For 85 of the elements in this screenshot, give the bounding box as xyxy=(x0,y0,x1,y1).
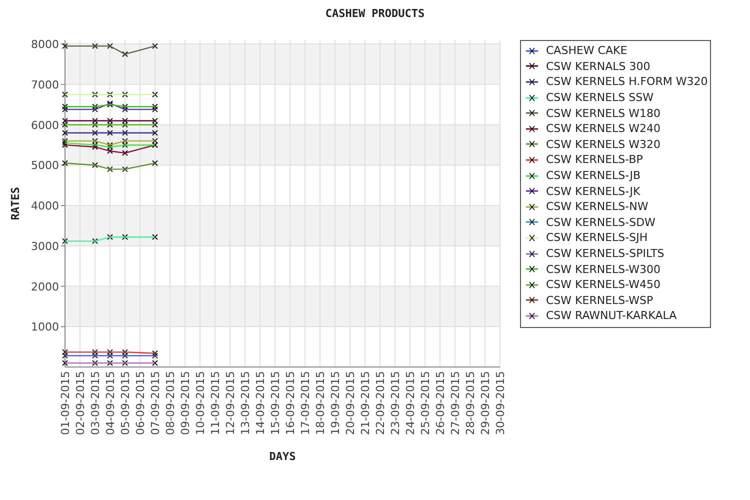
data-point xyxy=(122,92,128,98)
data-point xyxy=(107,92,113,98)
y-tick-label: 6000 xyxy=(31,118,59,132)
x-tick-label: 02-09-2015 xyxy=(74,371,87,435)
x-tick-label: 05-09-2015 xyxy=(119,371,132,435)
data-point xyxy=(92,130,98,136)
x-tick-label: 03-09-2015 xyxy=(89,371,102,435)
legend-label: CSW KERNELS-WSP xyxy=(546,294,654,307)
data-point xyxy=(92,92,98,98)
legend-label: CSW KERNELS-W450 xyxy=(546,278,661,292)
data-point xyxy=(152,234,158,240)
legend-label: CSW RAWNUT-KARKALA xyxy=(546,309,677,322)
y-tick-label: 7000 xyxy=(31,78,59,92)
x-tick-label: 09-09-2015 xyxy=(179,371,192,435)
x-tick-label: 11-09-2015 xyxy=(209,371,222,435)
x-tick-label: 23-09-2015 xyxy=(389,371,402,435)
y-axis-label: RATES xyxy=(9,186,22,220)
x-tick-label: 10-09-2015 xyxy=(194,371,207,435)
legend-label: CSW KERNALS 300 xyxy=(546,60,650,73)
chart-title: CASHEW PRODUCTS xyxy=(325,7,425,20)
legend-label: CSW KERNELS W320 xyxy=(546,138,661,151)
legend-label: CASHEW CAKE xyxy=(546,44,628,58)
x-tick-label: 12-09-2015 xyxy=(224,371,237,435)
y-tick-label: 5000 xyxy=(31,159,59,172)
data-point xyxy=(62,92,68,98)
x-tick-label: 08-09-2015 xyxy=(164,371,177,435)
x-tick-label: 28-09-2015 xyxy=(464,371,477,435)
x-tick-label: 22-09-2015 xyxy=(374,371,387,435)
data-point xyxy=(122,234,128,240)
x-tick-label: 18-09-2015 xyxy=(314,371,327,435)
data-point xyxy=(62,160,68,166)
x-tick-label: 21-09-2015 xyxy=(359,371,372,435)
legend-label: CSW KERNELS-SDW xyxy=(546,216,656,229)
legend-label: CSW KERNELS W240 xyxy=(546,122,661,136)
data-point xyxy=(92,43,98,50)
x-tick-label: 04-09-2015 xyxy=(104,371,117,435)
data-point xyxy=(152,160,158,166)
x-tick-label: 26-09-2015 xyxy=(434,371,447,435)
x-tick-label: 20-09-2015 xyxy=(344,371,357,435)
y-tick-label: 3000 xyxy=(31,240,59,253)
data-point xyxy=(62,43,68,50)
x-tick-label: 14-09-2015 xyxy=(254,371,267,435)
data-point xyxy=(122,150,128,156)
legend-label: CSW KERNELS SSW xyxy=(546,91,654,104)
data-point xyxy=(107,43,113,50)
data-point xyxy=(152,43,158,50)
x-tick-label: 29-09-2015 xyxy=(479,371,492,435)
legend-label: CSW KERNELS W180 xyxy=(546,106,661,120)
legend-label: CSW KERNELS-W300 xyxy=(546,262,661,276)
data-point xyxy=(62,130,68,136)
legend-label: CSW KERNELS-JK xyxy=(546,184,640,198)
legend-label: CSW KERNELS-JB xyxy=(546,169,641,182)
x-tick-label: 01-09-2015 xyxy=(59,371,72,435)
x-tick-label: 19-09-2015 xyxy=(329,371,342,435)
y-tick-label: 8000 xyxy=(31,38,59,52)
data-point xyxy=(152,130,158,136)
y-tick-label: 2000 xyxy=(31,280,59,294)
legend-label: CSW KERNELS-SJH xyxy=(546,231,648,244)
x-tick-label: 30-09-2015 xyxy=(494,371,507,435)
data-point xyxy=(122,130,128,136)
data-point xyxy=(92,162,98,168)
legend-label: CSW KERNELS-SPILTS xyxy=(546,247,664,260)
data-point xyxy=(107,166,113,172)
legend-label: CSW KERNELS-NW xyxy=(546,200,648,214)
data-point xyxy=(122,51,128,58)
x-tick-label: 15-09-2015 xyxy=(269,371,282,435)
y-tick-label: 1000 xyxy=(31,320,59,334)
data-point xyxy=(122,166,128,172)
x-tick-label: 06-09-2015 xyxy=(134,371,147,435)
x-tick-label: 17-09-2015 xyxy=(299,371,312,435)
data-point xyxy=(152,92,158,98)
x-tick-label: 13-09-2015 xyxy=(239,371,252,435)
data-point xyxy=(107,130,113,136)
legend-label: CSW KERNELS-BP xyxy=(546,153,643,166)
data-point xyxy=(62,238,68,244)
x-tick-label: 25-09-2015 xyxy=(419,371,432,435)
x-tick-label: 24-09-2015 xyxy=(404,371,417,435)
x-tick-label: 27-09-2015 xyxy=(449,371,462,435)
x-tick-label: 07-09-2015 xyxy=(149,371,162,435)
x-axis-label: DAYS xyxy=(269,450,296,463)
x-tick-label: 16-09-2015 xyxy=(284,371,297,435)
y-tick-label: 4000 xyxy=(31,200,59,213)
data-point xyxy=(107,234,113,240)
legend-label: CSW KERNELS H.FORM W320 xyxy=(546,75,708,88)
data-point xyxy=(92,238,98,244)
